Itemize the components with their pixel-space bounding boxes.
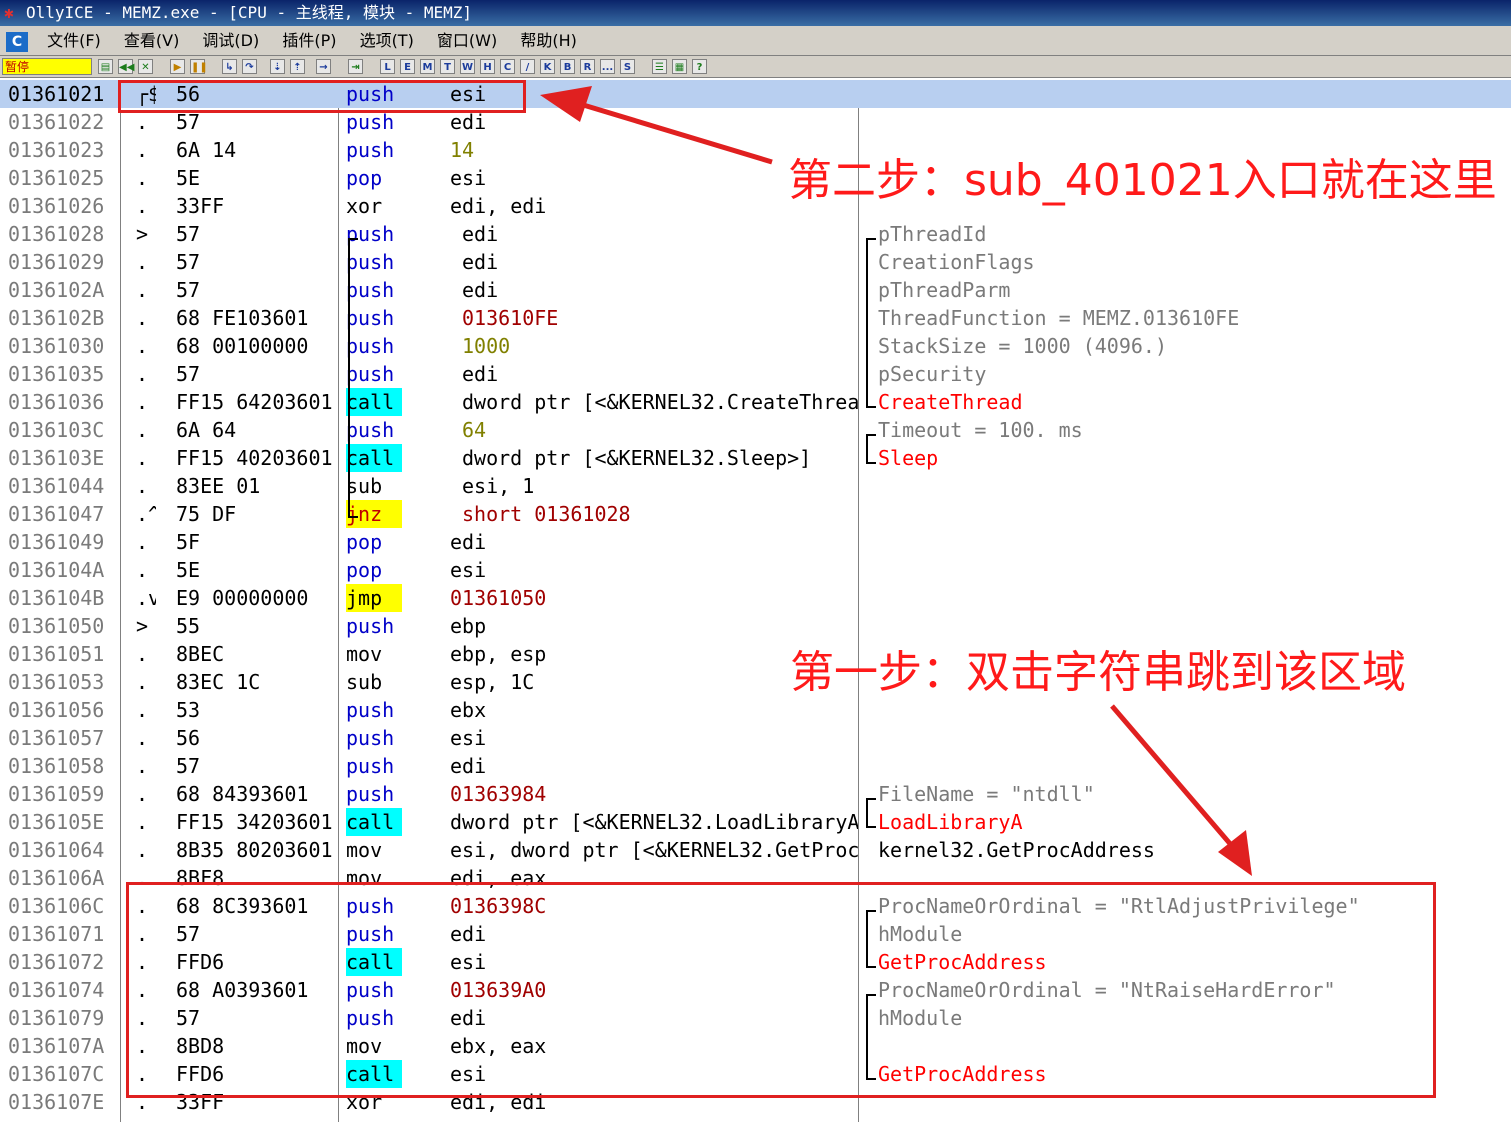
arrow-step1-line bbox=[1110, 704, 1234, 848]
arrow-step2-head bbox=[540, 86, 592, 122]
arrow-step2-line bbox=[579, 101, 773, 165]
annotation-arrows bbox=[540, 86, 1252, 876]
